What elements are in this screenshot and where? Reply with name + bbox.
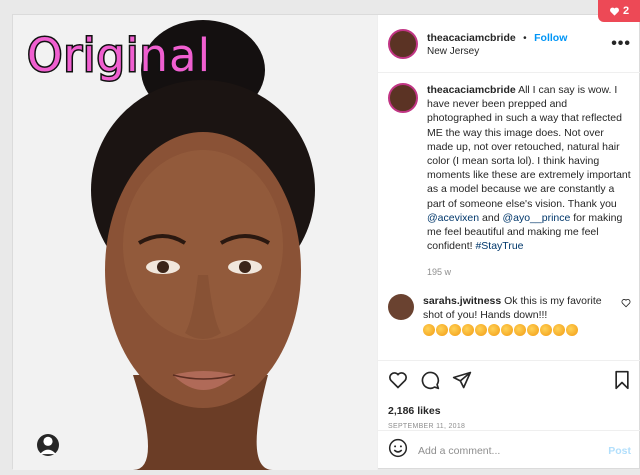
post-actions: 2,186 likes SEPTEMBER 11, 2018 [378, 360, 640, 430]
post-comment-button[interactable]: Post [608, 445, 631, 457]
overlay-title: Original [25, 28, 212, 84]
caption-avatar[interactable] [388, 83, 418, 113]
caption-username[interactable]: theacaciamcbride [427, 84, 516, 96]
hashtag-staytrue[interactable]: #StayTrue [475, 240, 523, 252]
mention-ayo-prince[interactable]: @ayo__prince [502, 212, 570, 224]
comment-bubble-icon[interactable] [420, 370, 440, 395]
emoji-icon [514, 323, 526, 336]
emoji-icon [449, 323, 461, 336]
post-date: SEPTEMBER 11, 2018 [388, 423, 466, 430]
likes-count[interactable]: 2,186 likes [388, 405, 631, 417]
separator-dot: • [523, 32, 527, 44]
post-caption: theacaciamcbride All I can say is wow. I… [378, 73, 640, 280]
notification-count: 2 [622, 5, 630, 17]
author-username[interactable]: theacaciamcbride [427, 32, 516, 44]
emoji-icon [553, 323, 565, 336]
emoji-picker-icon[interactable] [388, 438, 408, 463]
comment-emojis [423, 323, 613, 336]
post-image[interactable]: Original [13, 15, 377, 470]
share-paper-plane-icon[interactable] [452, 370, 472, 395]
caption-age: 195 w [427, 267, 452, 278]
emoji-icon [488, 323, 500, 336]
mention-acevixen[interactable]: @acevixen [427, 212, 479, 224]
commenter-username[interactable]: sarahs.jwitness [423, 295, 501, 307]
caption-text-1: All I can say is wow. I have never been … [427, 84, 631, 210]
more-options-icon[interactable]: ••• [611, 35, 631, 53]
notification-badge[interactable]: 2 [598, 0, 640, 22]
post-modal: Original theacaciamcbride • Follow New J… [12, 14, 640, 470]
bookmark-save-icon[interactable] [613, 370, 631, 395]
like-heart-icon[interactable] [388, 370, 408, 395]
commenter-avatar[interactable] [388, 293, 414, 320]
add-comment-bar: Post [378, 430, 640, 470]
post-location[interactable]: New Jersey [427, 45, 611, 58]
author-avatar[interactable] [388, 28, 418, 59]
emoji-icon [540, 323, 552, 336]
emoji-icon [436, 323, 448, 336]
comment-input[interactable] [418, 444, 609, 457]
post-header: theacaciamcbride • Follow New Jersey ••• [378, 15, 640, 73]
follow-button[interactable]: Follow [534, 32, 567, 44]
comment-like-icon[interactable] [621, 294, 631, 336]
emoji-icon [423, 323, 435, 336]
emoji-icon [501, 323, 513, 336]
post-sidebar: theacaciamcbride • Follow New Jersey •••… [377, 15, 640, 470]
tagged-user-icon[interactable] [37, 434, 59, 456]
notification-heart-icon [609, 7, 619, 16]
emoji-icon [566, 323, 578, 336]
comment-item: sarahs.jwitness Ok this is my favorite s… [378, 286, 640, 336]
emoji-icon [527, 323, 539, 336]
emoji-icon [475, 323, 487, 336]
emoji-icon [462, 323, 474, 336]
portrait-image [13, 15, 377, 470]
caption-text-2: and [479, 211, 503, 224]
